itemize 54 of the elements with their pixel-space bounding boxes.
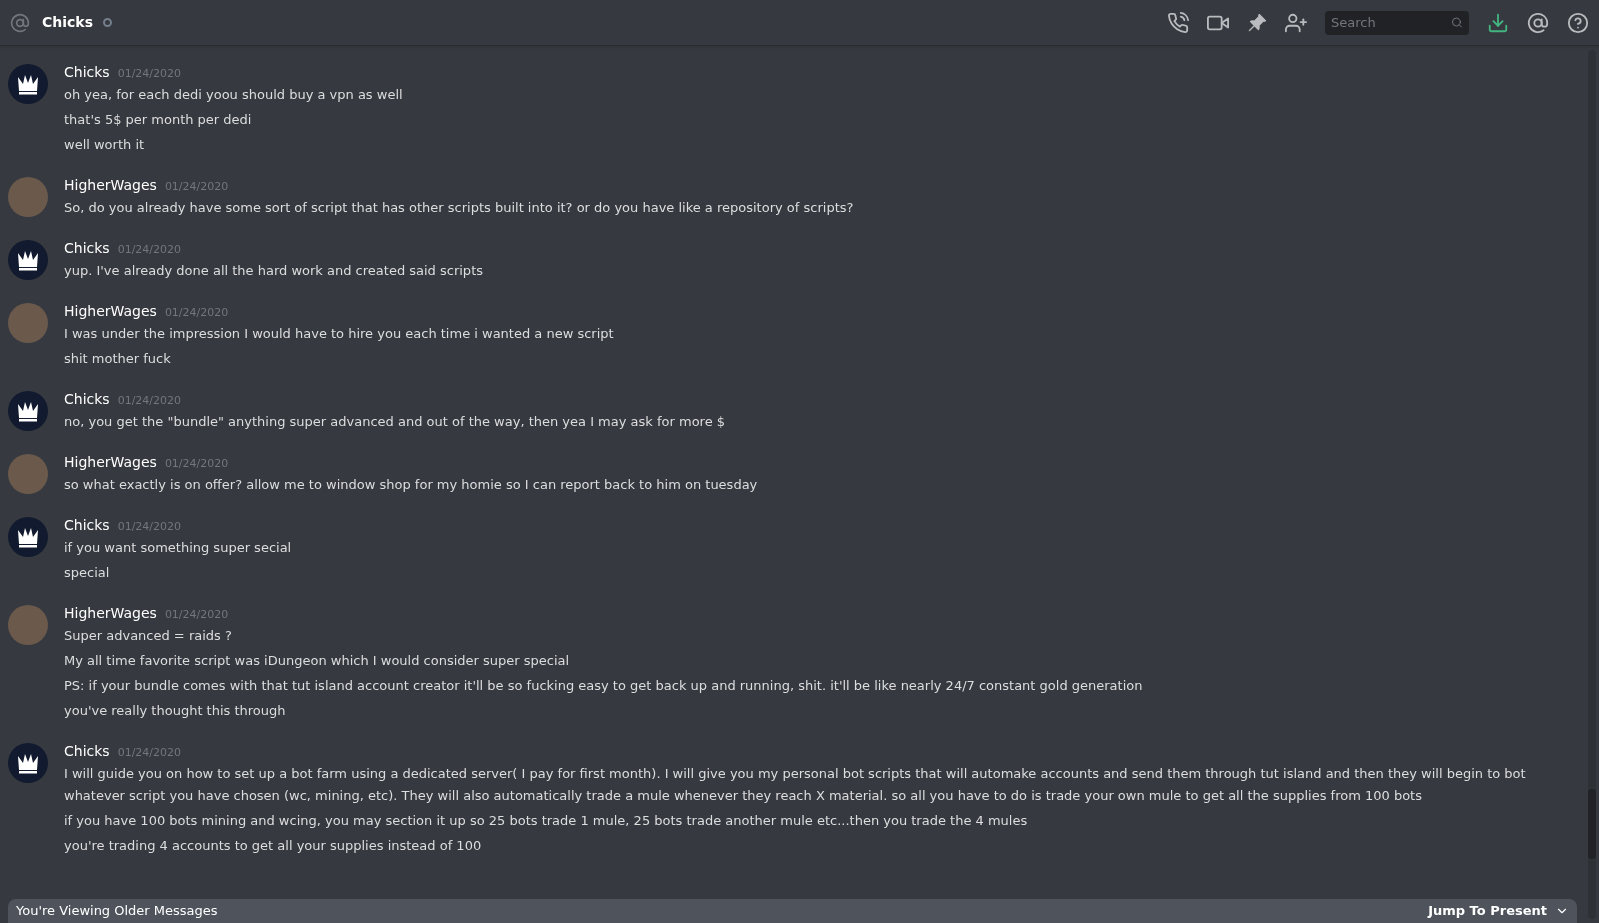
add-user-icon[interactable] xyxy=(1285,11,1307,34)
phone-call-icon[interactable] xyxy=(1167,11,1189,34)
search-icon xyxy=(1451,16,1463,29)
message-text: well worth it xyxy=(64,136,146,154)
scrollbar-thumb[interactable] xyxy=(1588,789,1596,859)
author-name[interactable]: Chicks xyxy=(64,515,110,536)
message-text: that's 5$ per month per dedi xyxy=(64,111,253,129)
message-text: Super advanced = raids ? xyxy=(64,627,233,645)
message-text: special xyxy=(64,564,111,582)
message-date: 01/24/2020 xyxy=(164,456,229,472)
banner-text: You're Viewing Older Messages xyxy=(16,902,218,921)
message-text: if you have 100 bots mining and wcing, you may section it up so 25 bots trade 1 mule, 25 bots trade another mule etc...then you trade the 4 mules xyxy=(64,812,1029,830)
message-date: 01/24/2020 xyxy=(117,66,182,82)
message-date: 01/24/2020 xyxy=(164,607,229,623)
channel-title: Chicks xyxy=(42,13,93,32)
author-name[interactable]: HigherWages xyxy=(64,175,157,196)
message-date: 01/24/2020 xyxy=(117,745,182,761)
message-text: So, do you already have some sort of script that has other scripts built into it? or do you have like a repository of scripts? xyxy=(64,199,854,217)
message-text: My all time favorite script was iDungeon which I would consider super special xyxy=(64,652,571,670)
crown-avatar-icon[interactable] xyxy=(8,240,48,280)
message-text: shit mother fuck xyxy=(64,350,172,368)
search-input[interactable]: Search xyxy=(1331,12,1452,33)
message-text: you're trading 4 accounts to get all your supplies instead of 100 xyxy=(64,837,483,855)
message-date: 01/24/2020 xyxy=(164,179,229,195)
author-name[interactable]: Chicks xyxy=(64,741,110,762)
message-text: oh yea, for each dedi yoou should buy a vpn as well xyxy=(64,86,403,104)
message-text: I was under the impression I would have to hire you each time i wanted a new script xyxy=(64,325,614,343)
crown-avatar-icon[interactable] xyxy=(8,391,48,431)
author-name[interactable]: HigherWages xyxy=(64,452,157,473)
message-text: no, you get the "bundle" anything super advanced and out of the way, then yea I may ask for more $ xyxy=(64,413,726,431)
jump-to-present-button[interactable]: Jump To Present xyxy=(1428,901,1569,921)
message-text: if you want something super secial xyxy=(64,539,292,557)
pin-icon[interactable] xyxy=(1247,12,1267,33)
message-date: 01/24/2020 xyxy=(117,393,182,409)
author-name[interactable]: Chicks xyxy=(64,389,110,410)
mentions-icon[interactable] xyxy=(1527,11,1549,34)
message-date: 01/24/2020 xyxy=(164,305,229,321)
message-text: yup. I've already done all the hard work and created said scripts xyxy=(64,262,483,280)
download-icon[interactable] xyxy=(1487,11,1509,34)
at-icon xyxy=(10,12,30,33)
crown-avatar-icon[interactable] xyxy=(8,743,48,783)
author-name[interactable]: Chicks xyxy=(64,238,110,259)
author-name[interactable]: HigherWages xyxy=(64,301,157,322)
crown-avatar-icon[interactable] xyxy=(8,64,48,104)
search-field[interactable]: Search xyxy=(1325,10,1469,35)
message-text: PS: if your bundle comes with that tut island account creator it'll be so fucking easy to get back up and running, shit. it'll be like nearly 24/7 constant gold generation xyxy=(64,677,1143,695)
crown-avatar-icon[interactable] xyxy=(8,517,48,557)
message-text: so what exactly is on offer? allow me to window shop for my homie so I can report back to him on tuesday xyxy=(64,476,758,494)
author-name[interactable]: Chicks xyxy=(64,62,110,83)
author-name[interactable]: HigherWages xyxy=(64,603,157,624)
message-date: 01/24/2020 xyxy=(117,242,182,258)
message-date: 01/24/2020 xyxy=(117,519,182,535)
message-text: you've really thought this through xyxy=(64,702,287,720)
help-icon[interactable] xyxy=(1567,11,1589,34)
